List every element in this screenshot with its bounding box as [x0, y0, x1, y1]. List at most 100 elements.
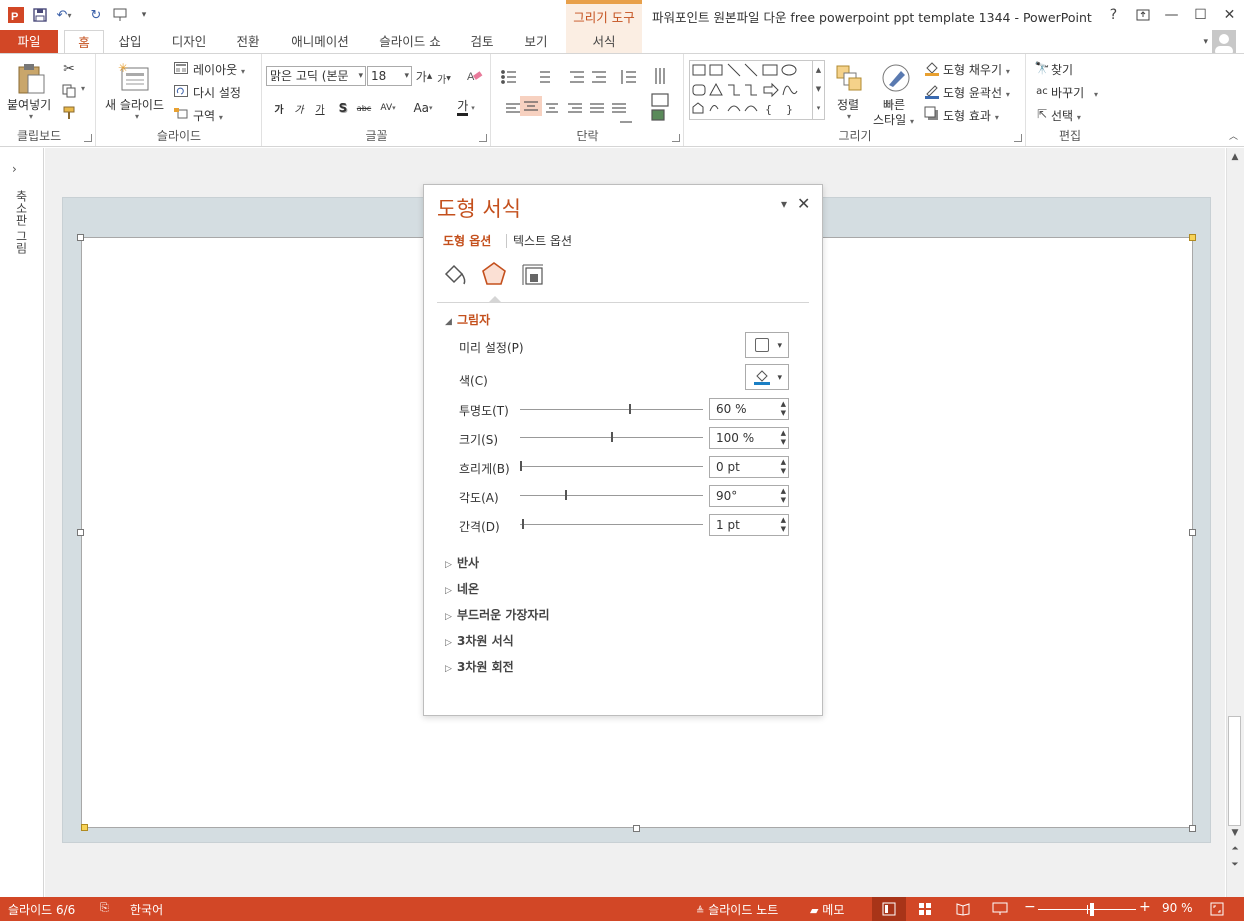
quick-styles-icon[interactable]: [879, 62, 913, 94]
angle-slider[interactable]: [520, 490, 703, 500]
slider-thumb[interactable]: [611, 432, 613, 442]
shape-fill-icon[interactable]: [923, 59, 941, 77]
arrange-dropdown-icon[interactable]: ▾: [847, 112, 851, 121]
section-shadow[interactable]: ◢ 그림자: [445, 311, 490, 328]
help-button[interactable]: ?: [1099, 0, 1128, 30]
section-soft-edges[interactable]: ▷ 부드러운 가장자리: [445, 606, 550, 623]
account-dropdown-icon[interactable]: ▾: [1203, 37, 1208, 47]
start-from-beginning-icon[interactable]: [110, 5, 130, 25]
shapes-gallery-icon[interactable]: {}: [690, 61, 812, 119]
paragraph-launcher-icon[interactable]: [672, 134, 680, 142]
zoom-level[interactable]: 90 %: [1162, 901, 1193, 915]
pane-options-icon[interactable]: ▾: [781, 197, 787, 211]
adjust-handle-top-right[interactable]: [1189, 234, 1196, 241]
scroll-down-icon[interactable]: ▼: [1226, 828, 1244, 838]
strikethrough-icon[interactable]: abc: [355, 99, 373, 117]
zoom-slider-thumb[interactable]: [1090, 903, 1094, 916]
clipboard-launcher-icon[interactable]: [84, 134, 92, 142]
blur-slider[interactable]: [520, 461, 703, 471]
transparency-input[interactable]: 60 % ▲ ▼: [709, 398, 789, 420]
spin-arrows-icon[interactable]: ▲ ▼: [781, 429, 786, 447]
character-spacing-icon[interactable]: AV ▾: [376, 99, 400, 117]
previous-slide-icon[interactable]: ⏶: [1226, 844, 1244, 854]
section-icon[interactable]: [173, 106, 189, 122]
arrange-icon[interactable]: [833, 62, 865, 94]
scrollbar-thumb[interactable]: [1228, 716, 1241, 826]
zoom-out-icon[interactable]: −: [1024, 899, 1036, 915]
grow-font-icon[interactable]: 가 ▲: [415, 66, 433, 86]
layout-icon[interactable]: [173, 60, 189, 76]
shape-outline-label[interactable]: 도형 윤곽선 ▾: [943, 84, 1010, 101]
underline-icon[interactable]: 가: [312, 99, 328, 117]
resize-handle-left[interactable]: [77, 529, 84, 536]
paste-label[interactable]: 붙여넣기: [7, 96, 51, 113]
shrink-font-icon[interactable]: 가 ▼: [435, 68, 453, 88]
spin-arrows-icon[interactable]: ▲ ▼: [781, 487, 786, 505]
pane-close-icon[interactable]: ✕: [797, 194, 810, 213]
slideshow-view-icon[interactable]: [992, 902, 1008, 916]
text-shadow-icon[interactable]: S: [335, 99, 351, 117]
fill-line-icon[interactable]: [442, 262, 468, 288]
resize-handle-right[interactable]: [1189, 529, 1196, 536]
tab-format[interactable]: 서식: [566, 30, 642, 54]
spin-arrows-icon[interactable]: ▲ ▼: [781, 458, 786, 476]
select-label[interactable]: 선택 ▾: [1051, 107, 1081, 124]
tab-file[interactable]: 파일: [0, 30, 58, 54]
collapse-ribbon-icon[interactable]: ︿: [1229, 129, 1238, 142]
find-label[interactable]: 찾기: [1051, 61, 1073, 78]
shapes-gallery-scroll[interactable]: ▲ ▼ ▾: [812, 61, 824, 119]
effects-icon[interactable]: [480, 260, 508, 288]
bold-icon[interactable]: 가: [271, 99, 287, 117]
new-slide-icon[interactable]: ✳: [117, 60, 151, 94]
tab-design[interactable]: 디자인: [162, 30, 216, 54]
layout-label[interactable]: 레이아웃 ▾: [193, 61, 245, 78]
redo-icon[interactable]: ↻: [86, 5, 106, 25]
powerpoint-logo-icon[interactable]: P: [6, 5, 26, 25]
undo-icon[interactable]: ↶ ▾: [54, 5, 74, 25]
slide-sorter-icon[interactable]: [918, 902, 932, 916]
zoom-slider[interactable]: [1038, 903, 1136, 916]
next-slide-icon[interactable]: ⏷: [1226, 860, 1244, 870]
tab-shape-options[interactable]: 도형 옵션: [443, 232, 491, 249]
language-indicator[interactable]: 한국어: [130, 901, 163, 918]
new-slide-dropdown-icon[interactable]: ▾: [135, 112, 139, 121]
shapes-gallery[interactable]: {} ▲ ▼ ▾: [689, 60, 825, 120]
resize-handle-bottom-right[interactable]: [1189, 825, 1196, 832]
tab-home[interactable]: 홈: [64, 30, 104, 54]
maximize-icon[interactable]: ☐: [1186, 0, 1215, 30]
drawing-launcher-icon[interactable]: [1014, 134, 1022, 142]
avatar[interactable]: [1212, 30, 1236, 54]
spin-arrows-icon[interactable]: ▲ ▼: [781, 400, 786, 418]
distance-input[interactable]: 1 pt ▲ ▼: [709, 514, 789, 536]
adjust-handle-bottom-left[interactable]: [81, 824, 88, 831]
tab-text-options[interactable]: 텍스트 옵션: [513, 232, 572, 249]
font-color-icon[interactable]: 가 ▾: [451, 98, 481, 118]
arrange-label[interactable]: 정렬: [837, 96, 859, 113]
font-name-combo[interactable]: 맑은 고딕 (본문: [266, 66, 366, 86]
section-3d-format[interactable]: ▷ 3차원 서식: [445, 632, 514, 649]
angle-input[interactable]: 90° ▲ ▼: [709, 485, 789, 507]
section-glow[interactable]: ▷ 네온: [445, 580, 479, 597]
close-icon[interactable]: ✕: [1215, 0, 1244, 30]
fit-to-window-icon[interactable]: [1210, 902, 1224, 916]
clear-formatting-icon[interactable]: A: [465, 66, 485, 86]
reading-view-icon[interactable]: [956, 902, 970, 916]
copy-icon[interactable]: [60, 82, 78, 100]
tab-view[interactable]: 보기: [516, 30, 556, 54]
comments-button[interactable]: ▰ 메모: [810, 901, 844, 918]
tab-review[interactable]: 검토: [462, 30, 502, 54]
slider-thumb[interactable]: [520, 461, 522, 471]
change-case-icon[interactable]: Aa ▾: [409, 99, 437, 117]
slider-thumb[interactable]: [629, 404, 631, 414]
tab-slideshow[interactable]: 슬라이드 쇼: [370, 30, 450, 54]
slider-thumb[interactable]: [522, 519, 524, 529]
reset-label[interactable]: 다시 설정: [193, 84, 241, 101]
transparency-slider[interactable]: [520, 404, 703, 414]
format-painter-icon[interactable]: [60, 104, 78, 122]
blur-input[interactable]: 0 pt ▲ ▼: [709, 456, 789, 478]
resize-handle-top-left[interactable]: [77, 234, 84, 241]
size-properties-icon[interactable]: [520, 262, 546, 288]
cut-icon[interactable]: ✂: [60, 60, 78, 78]
select-icon[interactable]: ⇱: [1033, 105, 1051, 123]
size-input[interactable]: 100 % ▲ ▼: [709, 427, 789, 449]
